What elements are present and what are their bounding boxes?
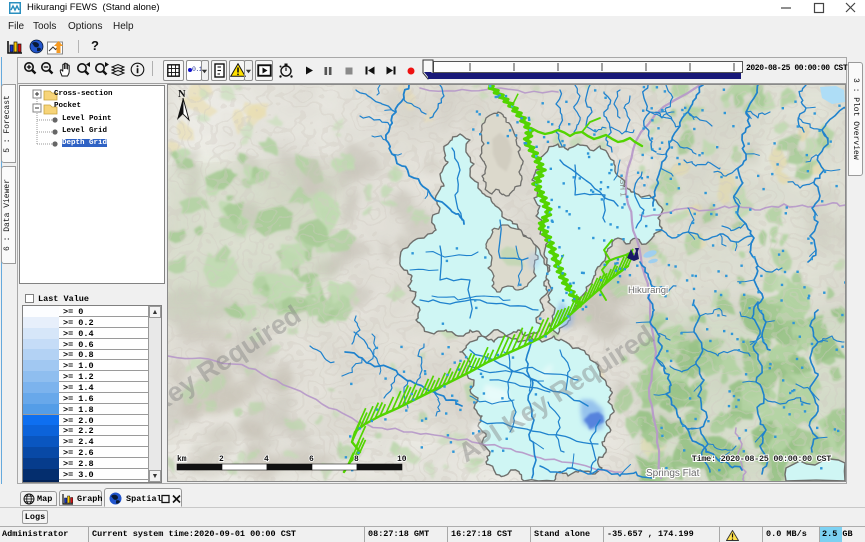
svg-text:10: 10: [397, 455, 407, 464]
svg-text:Springs Flat: Springs Flat: [646, 468, 700, 479]
svg-text:Hikurangi: Hikurangi: [628, 285, 668, 296]
svg-text:4: 4: [264, 455, 269, 464]
svg-text:2: 2: [219, 455, 224, 464]
svg-text:SH 1: SH 1: [618, 179, 628, 198]
svg-text:8: 8: [354, 455, 359, 464]
svg-text:km: km: [177, 455, 187, 464]
svg-text:N: N: [178, 89, 186, 100]
svg-text:Time: 2020-08-25 00:00:00 CST: Time: 2020-08-25 00:00:00 CST: [692, 454, 831, 464]
svg-text:6: 6: [309, 455, 314, 464]
